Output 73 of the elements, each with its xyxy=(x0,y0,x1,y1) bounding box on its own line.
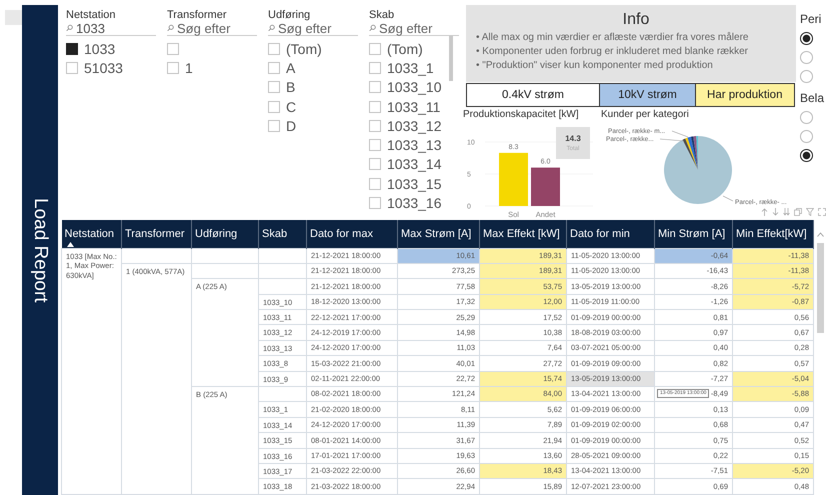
chart-title: Kunder per kategori xyxy=(601,109,690,120)
column-header[interactable]: Udføring xyxy=(195,228,238,240)
search-icon xyxy=(268,23,275,33)
leader-line xyxy=(722,196,734,202)
column-header[interactable]: Dato for min xyxy=(570,228,630,240)
slicer-item[interactable]: 51033 xyxy=(84,60,123,76)
slicer-item[interactable]: 1033_15 xyxy=(387,176,442,192)
scrollbar[interactable] xyxy=(449,36,453,81)
slicer-item[interactable]: B xyxy=(286,79,296,96)
slicer-item[interactable]: D xyxy=(286,118,296,134)
radio-button[interactable] xyxy=(800,51,813,64)
slicer-item[interactable]: C xyxy=(286,98,296,115)
legend-item: 10kV strøm xyxy=(598,83,696,107)
slicer-item[interactable]: 1033_14 xyxy=(387,156,442,172)
slicer-item[interactable]: (Tom) xyxy=(387,40,423,57)
slicer-title: Bela xyxy=(800,91,826,105)
slicer-item[interactable]: 1033_10 xyxy=(387,79,442,96)
column-header[interactable]: Transformer xyxy=(125,228,184,240)
slicer-item[interactable]: 1033 xyxy=(84,40,116,57)
legend-item: Har produktion xyxy=(695,83,794,107)
checkbox[interactable] xyxy=(66,42,78,55)
filter-icon[interactable] xyxy=(806,208,814,216)
expand-icon[interactable] xyxy=(818,208,826,216)
info-line: • Komponenter uden forbrug er inkluderet med blanke rækker xyxy=(476,45,749,59)
column-header[interactable]: Min Effekt[kW] xyxy=(736,228,807,240)
search-field[interactable]: Søg efter xyxy=(379,20,459,36)
search-field[interactable]: 1033 xyxy=(76,20,156,36)
slicer-item[interactable]: 1 xyxy=(185,60,193,76)
report-title: Load Report xyxy=(29,198,51,302)
slicer-item[interactable]: 1033_11 xyxy=(387,98,440,115)
search-icon xyxy=(369,23,376,33)
arrow-up-icon[interactable] xyxy=(761,208,768,216)
legend-item: 0.4kV strøm xyxy=(466,83,600,107)
slicer-item[interactable]: (Tom) xyxy=(286,40,322,57)
slicer-item[interactable]: 1033_16 xyxy=(387,195,442,212)
page-tab[interactable] xyxy=(5,10,22,25)
arrow-down-icon[interactable] xyxy=(772,208,779,216)
radio-button[interactable] xyxy=(800,70,813,83)
search-field[interactable]: Søg efter xyxy=(278,20,358,36)
column-header[interactable]: Max Effekt [kW] xyxy=(483,228,560,240)
double-arrow-icon[interactable] xyxy=(783,208,790,216)
scroll-up-icon[interactable] xyxy=(816,232,824,237)
scrollbar[interactable] xyxy=(816,243,824,333)
radio-button[interactable] xyxy=(800,130,813,143)
slicer-title: Skab xyxy=(369,9,396,21)
slicer-item[interactable]: A xyxy=(286,60,296,76)
pie-chart-drawing xyxy=(664,136,732,204)
total-value: 14.3 xyxy=(565,134,581,143)
slicer-title: Transformer xyxy=(167,9,228,21)
chart-title: Produktionskapacitet [kW] xyxy=(463,109,580,120)
slicer-item[interactable]: 1033_1 xyxy=(387,60,434,76)
slicer-title: Udføring xyxy=(268,9,312,21)
info-line: • "Produktion" viser kun komponenter med produktion xyxy=(476,59,714,73)
search-field[interactable]: Søg efter xyxy=(177,20,257,36)
radio-button[interactable] xyxy=(800,32,813,45)
radio-button[interactable] xyxy=(800,149,813,162)
slicer-item[interactable]: 1033_12 xyxy=(387,118,442,134)
column-header[interactable]: Skab xyxy=(262,228,288,240)
search-icon xyxy=(167,23,174,33)
info-title: Info xyxy=(622,11,650,29)
column-header[interactable]: Min Strøm [A] xyxy=(658,228,726,240)
copy-icon[interactable] xyxy=(794,208,802,216)
column-header[interactable]: Netstation xyxy=(64,228,114,247)
column-header[interactable]: Max Strøm [A] xyxy=(401,228,472,240)
slicer-title: Peri xyxy=(800,12,822,26)
bar xyxy=(531,168,560,206)
slicer-title: Netstation xyxy=(66,9,117,21)
slicer-item[interactable]: 1033_13 xyxy=(387,137,442,154)
search-icon xyxy=(66,23,73,33)
column-header[interactable]: Dato for max xyxy=(310,228,373,240)
info-line: • Alle max og min værdier er aflæste værdier fra vores målere xyxy=(476,31,750,45)
radio-button[interactable] xyxy=(800,111,813,124)
bar xyxy=(499,152,528,206)
